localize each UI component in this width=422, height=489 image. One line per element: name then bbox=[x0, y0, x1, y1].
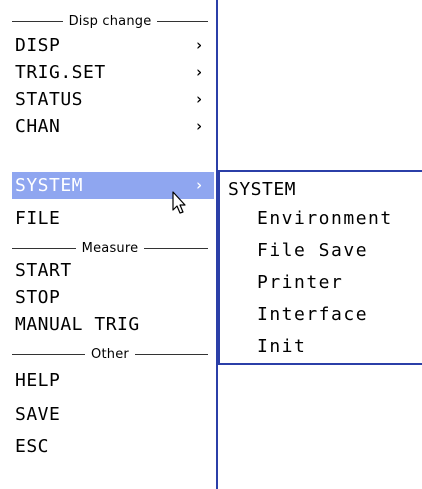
menu-item-label: CHAN bbox=[15, 116, 61, 137]
menu-item-label: STOP bbox=[15, 287, 61, 308]
menu-item-chan[interactable]: CHAN › bbox=[12, 113, 214, 140]
divider-line bbox=[134, 353, 209, 355]
menu-item-stop[interactable]: STOP bbox=[12, 284, 214, 311]
divider-line bbox=[157, 20, 209, 22]
menu-item-label: TRIG.SET bbox=[15, 62, 106, 83]
menu-item-label: HELP bbox=[15, 370, 61, 391]
submenu-item-file-save[interactable]: File Save bbox=[257, 237, 417, 264]
menu-item-trig-set[interactable]: TRIG.SET › bbox=[12, 59, 214, 86]
submenu-item-init[interactable]: Init bbox=[257, 333, 417, 360]
section-header-disp-change: Disp change bbox=[12, 13, 209, 29]
system-submenu: SYSTEM Environment File Save Printer Int… bbox=[218, 170, 422, 365]
menu-item-status[interactable]: STATUS › bbox=[12, 86, 214, 113]
menu-item-save[interactable]: SAVE bbox=[12, 401, 214, 428]
menu-item-disp[interactable]: DISP › bbox=[12, 32, 214, 59]
section-header-measure: Measure bbox=[12, 240, 208, 256]
menu-item-label: FILE bbox=[15, 208, 61, 229]
menu-item-label: STATUS bbox=[15, 89, 84, 110]
submenu-item-environment[interactable]: Environment bbox=[257, 205, 417, 232]
submenu-arrow-icon: › bbox=[194, 176, 204, 194]
menu-item-esc[interactable]: ESC bbox=[12, 433, 214, 460]
divider-line bbox=[144, 247, 208, 249]
submenu-item-printer[interactable]: Printer bbox=[257, 269, 417, 296]
main-menu: Disp change DISP › TRIG.SET › STATUS › C… bbox=[0, 0, 218, 489]
menu-item-manual-trig[interactable]: MANUAL TRIG bbox=[12, 311, 214, 338]
section-header-other: Other bbox=[12, 346, 209, 362]
menu-item-label: ESC bbox=[15, 436, 50, 457]
menu-item-label: DISP bbox=[15, 35, 61, 56]
menu-item-label: SAVE bbox=[15, 404, 61, 425]
submenu-arrow-icon: › bbox=[194, 117, 204, 135]
submenu-arrow-icon: › bbox=[194, 63, 204, 81]
submenu-title: SYSTEM bbox=[228, 179, 297, 200]
menu-item-label: START bbox=[15, 260, 72, 281]
divider-line bbox=[12, 247, 76, 249]
submenu-item-interface[interactable]: Interface bbox=[257, 301, 417, 328]
section-header-label: Measure bbox=[81, 240, 139, 256]
menu-item-label: SYSTEM bbox=[15, 175, 84, 196]
menu-item-start[interactable]: START bbox=[12, 257, 214, 284]
section-header-label: Other bbox=[91, 346, 129, 362]
submenu-arrow-icon: › bbox=[194, 90, 204, 108]
divider-line bbox=[12, 20, 63, 22]
divider-line bbox=[12, 353, 86, 355]
mouse-pointer-icon bbox=[172, 191, 186, 214]
menu-item-help[interactable]: HELP bbox=[12, 367, 214, 394]
submenu-arrow-icon: › bbox=[194, 36, 204, 54]
menu-item-label: MANUAL TRIG bbox=[15, 314, 140, 335]
section-header-label: Disp change bbox=[68, 13, 152, 29]
